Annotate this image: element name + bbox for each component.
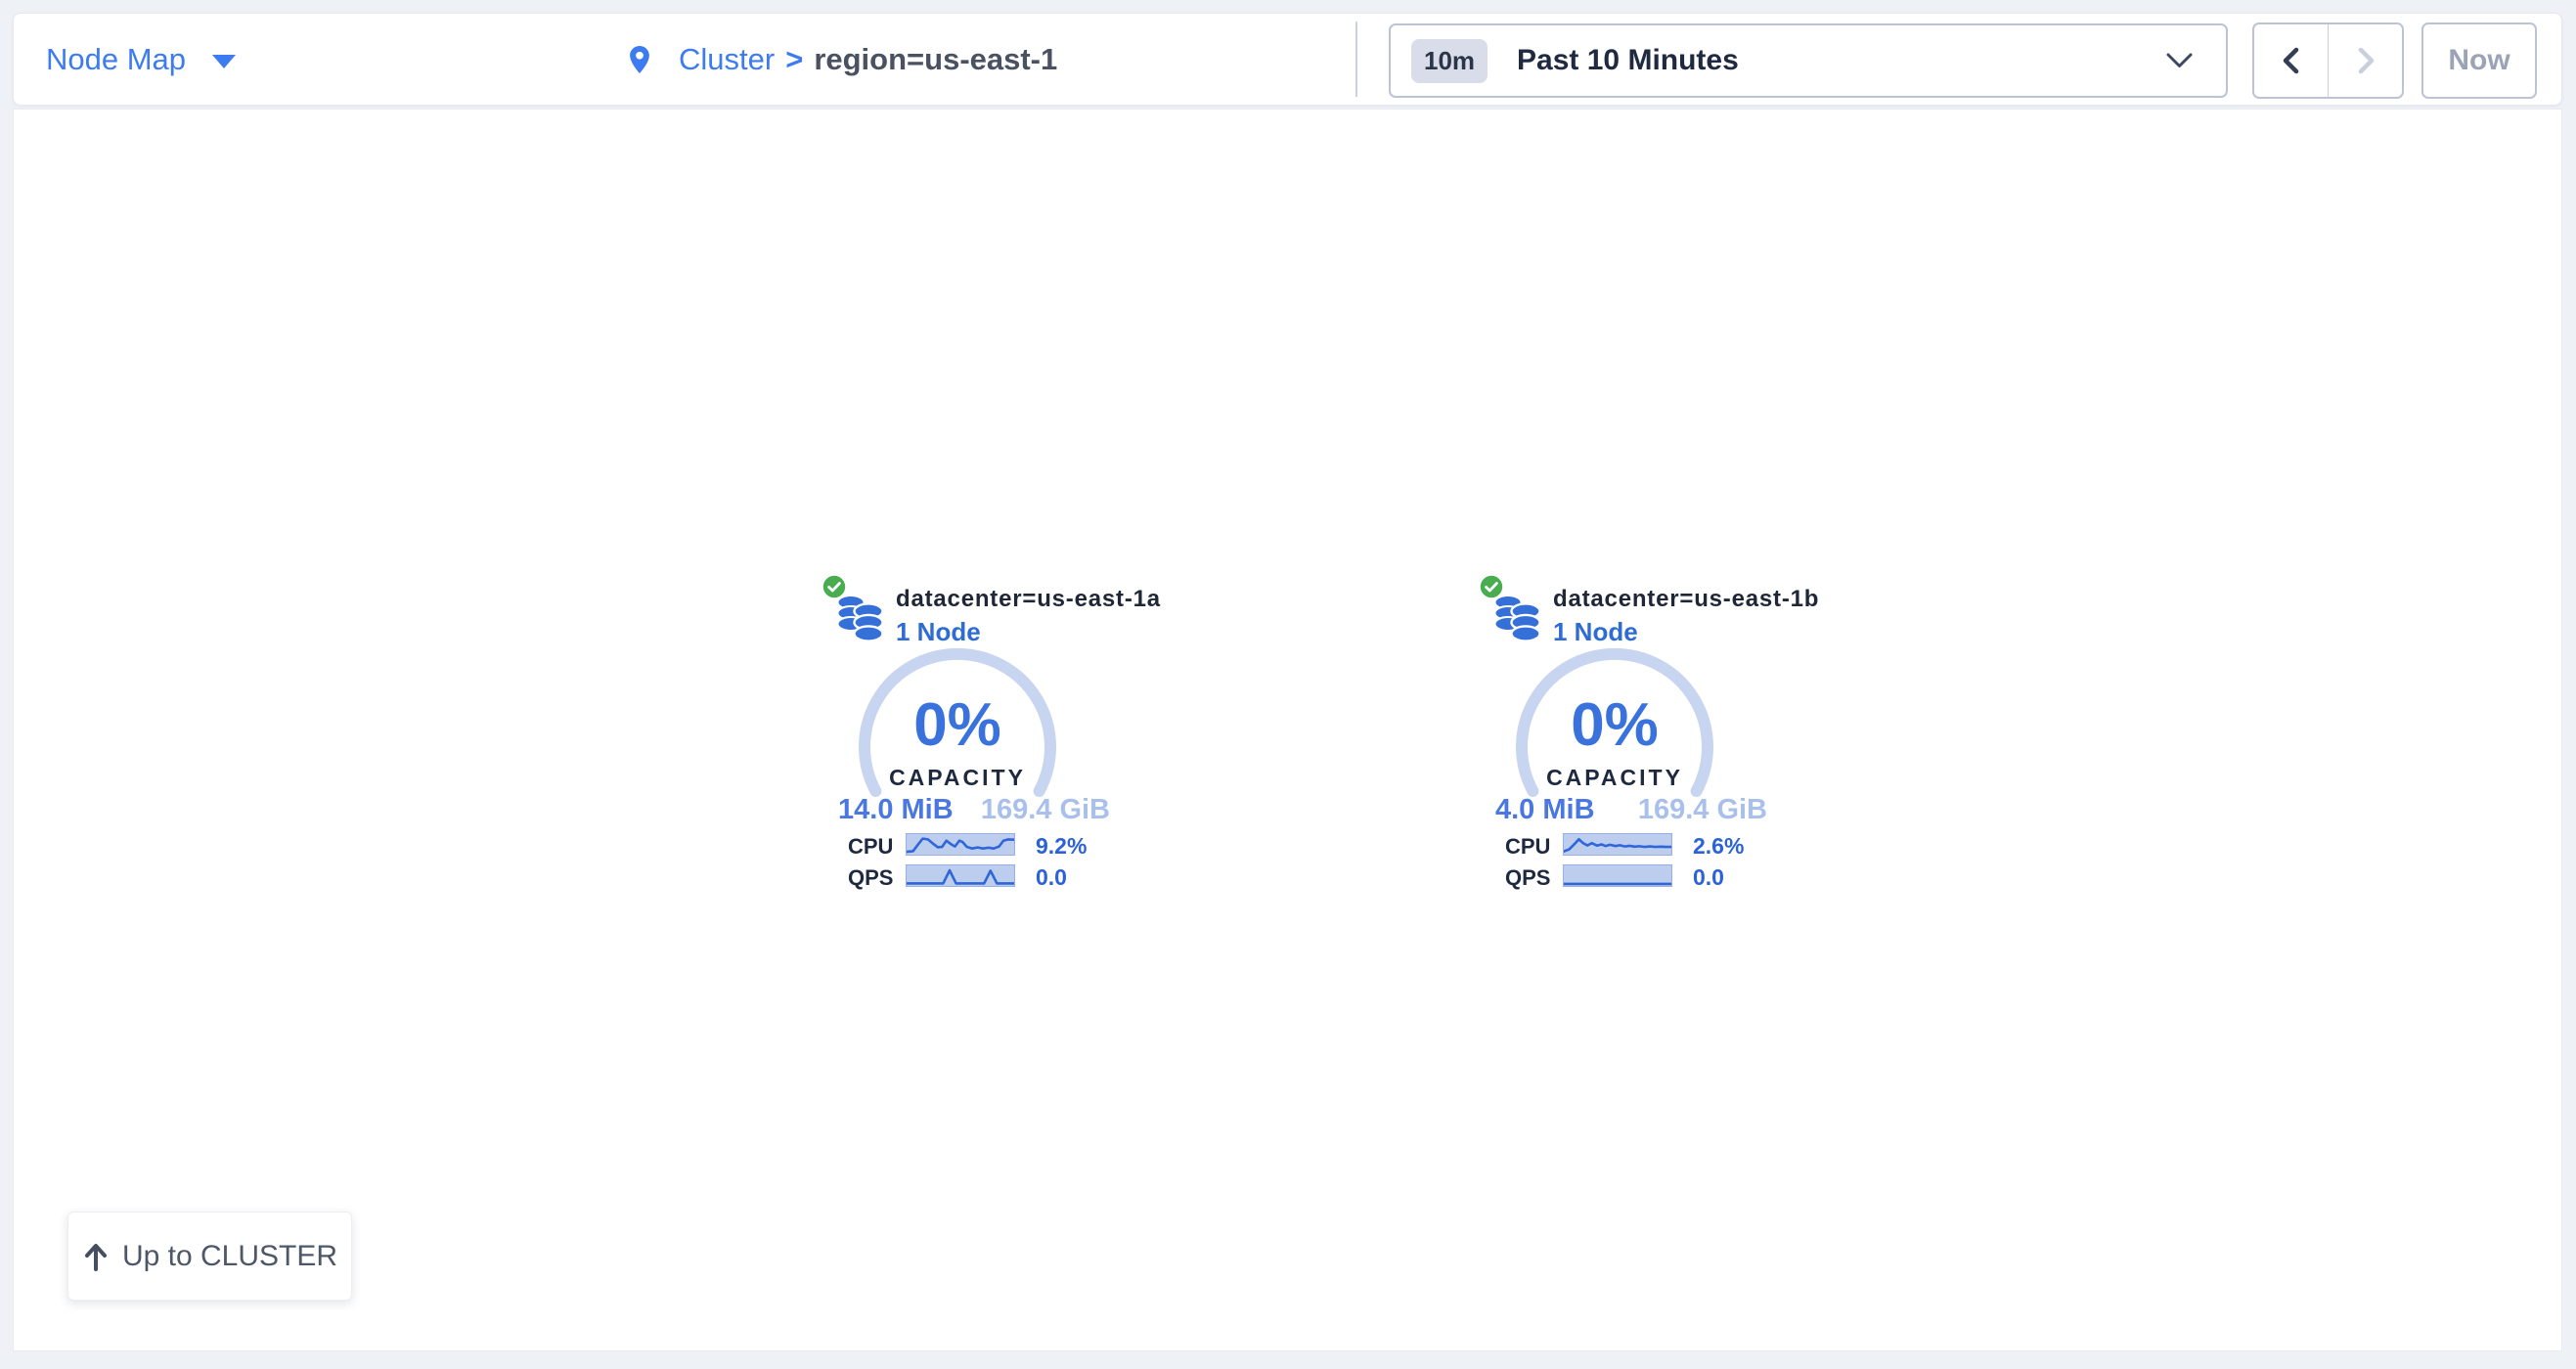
locality-title: datacenter=us-east-1a <box>896 586 1161 613</box>
metric-row-cpu: CPU 9.2% <box>821 833 1133 857</box>
arrow-up-icon <box>82 1241 110 1272</box>
chevron-right-icon <box>2354 46 2377 75</box>
qps-sparkline <box>1563 864 1672 887</box>
locality-title: datacenter=us-east-1b <box>1553 586 1819 613</box>
time-range-label: Past 10 Minutes <box>1517 44 1739 77</box>
metric-label: QPS <box>848 865 893 891</box>
header-bar: Node Map Cluster > region=us-east-1 10m … <box>13 13 2562 106</box>
capacity-caption: CAPACITY <box>1478 765 1752 791</box>
node-map-page: Node Map Cluster > region=us-east-1 10m … <box>0 0 2576 1369</box>
capacity-used: 4.0 MiB <box>1495 794 1595 826</box>
breadcrumb: Cluster > region=us-east-1 <box>624 14 1057 105</box>
up-to-cluster-label: Up to CLUSTER <box>122 1240 337 1273</box>
capacity-caption: CAPACITY <box>821 765 1094 791</box>
view-mode-label: Node Map <box>46 42 186 77</box>
metric-row-qps: QPS 0.0 <box>821 864 1133 888</box>
metric-value: 2.6% <box>1693 833 1744 860</box>
metric-value: 0.0 <box>1036 864 1067 891</box>
metric-label: QPS <box>1505 865 1550 891</box>
location-pin-icon <box>624 38 655 81</box>
breadcrumb-separator: > <box>785 42 803 77</box>
time-step-forward-button[interactable] <box>2329 24 2402 97</box>
cpu-sparkline <box>1563 833 1672 856</box>
time-step-back-button[interactable] <box>2254 24 2329 97</box>
time-range-dropdown[interactable]: 10m Past 10 Minutes <box>1389 23 2228 98</box>
metric-label: CPU <box>848 834 893 860</box>
metric-label: CPU <box>1505 834 1550 860</box>
chevron-down-icon <box>212 55 236 68</box>
metric-row-cpu: CPU 2.6% <box>1478 833 1791 857</box>
breadcrumb-cluster-link[interactable]: Cluster <box>679 42 775 77</box>
view-mode-dropdown[interactable]: Node Map <box>46 14 236 105</box>
breadcrumb-current: region=us-east-1 <box>814 42 1057 77</box>
time-step-buttons <box>2252 22 2404 99</box>
capacity-total: 169.4 GiB <box>981 794 1110 826</box>
chevron-left-icon <box>2280 46 2303 75</box>
database-stack-icon <box>835 595 886 641</box>
map-canvas: datacenter=us-east-1a 1 Node 0% CAPACITY… <box>13 109 2562 1351</box>
capacity-percent: 0% <box>1478 690 1752 760</box>
metric-value: 9.2% <box>1036 833 1087 860</box>
now-button[interactable]: Now <box>2421 22 2537 99</box>
metric-value: 0.0 <box>1693 864 1724 891</box>
locality-card-us-east-1b[interactable]: datacenter=us-east-1b 1 Node 0% CAPACITY… <box>1478 573 1791 905</box>
capacity-range: 14.0 MiB 169.4 GiB <box>838 794 1110 826</box>
chevron-down-icon <box>2166 53 2193 69</box>
up-to-cluster-button[interactable]: Up to CLUSTER <box>67 1212 352 1301</box>
time-range-badge: 10m <box>1411 39 1488 83</box>
capacity-percent: 0% <box>821 690 1094 760</box>
metric-row-qps: QPS 0.0 <box>1478 864 1791 888</box>
capacity-range: 4.0 MiB 169.4 GiB <box>1495 794 1767 826</box>
capacity-total: 169.4 GiB <box>1638 794 1767 826</box>
header-divider <box>1355 22 1357 97</box>
locality-card-us-east-1a[interactable]: datacenter=us-east-1a 1 Node 0% CAPACITY… <box>821 573 1133 905</box>
capacity-used: 14.0 MiB <box>838 794 954 826</box>
qps-sparkline <box>906 864 1015 887</box>
database-stack-icon <box>1492 595 1543 641</box>
cpu-sparkline <box>906 833 1015 856</box>
